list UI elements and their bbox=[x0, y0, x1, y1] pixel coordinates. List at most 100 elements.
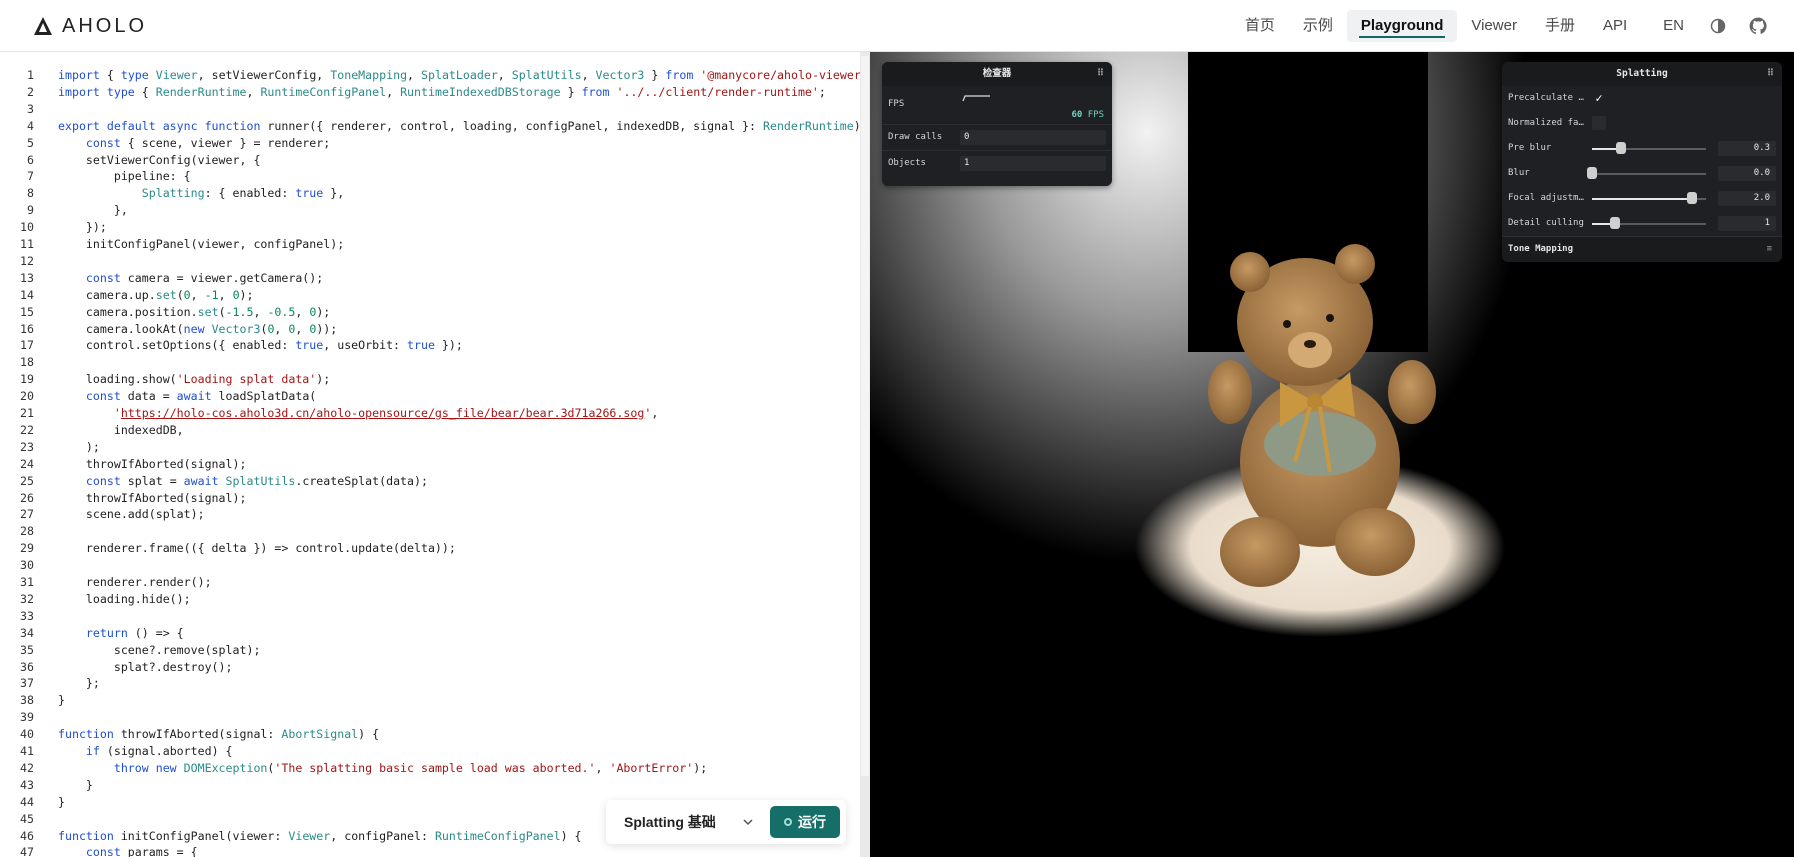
code-text: function throwIfAborted(signal: AbortSig… bbox=[58, 727, 380, 742]
code-line[interactable]: 3 bbox=[0, 101, 860, 118]
code-line[interactable]: 11 initConfigPanel(viewer, configPanel); bbox=[0, 236, 860, 253]
drag-handle-icon[interactable]: ⠿ bbox=[1767, 62, 1774, 86]
nav-viewer[interactable]: Viewer bbox=[1457, 10, 1531, 42]
code-line[interactable]: 30 bbox=[0, 557, 860, 574]
slider-handle[interactable] bbox=[1615, 142, 1626, 154]
code-line[interactable]: 34 return () => { bbox=[0, 625, 860, 642]
logo[interactable]: AHOLO bbox=[32, 12, 147, 40]
code-line[interactable]: 8 Splatting: { enabled: true }, bbox=[0, 185, 860, 202]
code-line[interactable]: 26 throwIfAborted(signal); bbox=[0, 490, 860, 507]
code-line[interactable]: 7 pipeline: { bbox=[0, 168, 860, 185]
nav-manual[interactable]: 手册 bbox=[1531, 10, 1589, 42]
slider-label: Focal adjustm… bbox=[1508, 193, 1584, 203]
slider[interactable] bbox=[1592, 186, 1706, 211]
precalculate-checkbox[interactable]: ✓ bbox=[1592, 91, 1606, 105]
code-editor[interactable]: 1 import { type Viewer, setViewerConfig, … bbox=[0, 52, 860, 857]
code-line[interactable]: 16 camera.lookAt(new Vector3(0, 0, 0)); bbox=[0, 321, 860, 338]
editor-scrollbar[interactable] bbox=[860, 52, 870, 857]
code-line[interactable]: 29 renderer.frame(({ delta }) => control… bbox=[0, 540, 860, 557]
slider-value[interactable]: 1 bbox=[1718, 216, 1776, 231]
code-line[interactable]: 10 }); bbox=[0, 219, 860, 236]
code-line[interactable]: 23 ); bbox=[0, 439, 860, 456]
code-line[interactable]: 19 loading.show('Loading splat data'); bbox=[0, 371, 860, 388]
code-line[interactable]: 22 indexedDB, bbox=[0, 422, 860, 439]
code-line[interactable]: 37 }; bbox=[0, 675, 860, 692]
code-line[interactable]: 35 scene?.remove(splat); bbox=[0, 642, 860, 659]
code-text: ); bbox=[58, 439, 100, 454]
run-bar: Splatting 基础 运行 bbox=[606, 800, 846, 844]
draw-calls-label: Draw calls bbox=[888, 132, 943, 142]
code-line[interactable]: 24 throwIfAborted(signal); bbox=[0, 456, 860, 473]
code-line[interactable]: 32 loading.hide(); bbox=[0, 591, 860, 608]
slider-handle[interactable] bbox=[1609, 217, 1620, 229]
code-line[interactable]: 39 bbox=[0, 709, 860, 726]
line-number: 45 bbox=[20, 811, 34, 826]
sample-select[interactable]: Splatting 基础 bbox=[614, 806, 764, 838]
code-line[interactable]: 13 const camera = viewer.getCamera(); bbox=[0, 270, 860, 287]
code-text: loading.hide(); bbox=[58, 591, 191, 606]
code-line[interactable]: 5 const { scene, viewer } = renderer; bbox=[0, 135, 860, 152]
slider-row: Pre blur 0.3 bbox=[1502, 136, 1782, 161]
slider-handle[interactable] bbox=[1587, 167, 1597, 179]
slider[interactable] bbox=[1592, 211, 1706, 236]
github-icon[interactable] bbox=[1738, 10, 1778, 42]
line-number: 40 bbox=[20, 727, 34, 742]
theme-toggle-icon[interactable] bbox=[1698, 10, 1738, 42]
line-number: 34 bbox=[20, 625, 34, 640]
line-number: 26 bbox=[20, 490, 34, 505]
language-switch[interactable]: EN bbox=[1649, 10, 1698, 42]
editor-scrollbar-thumb[interactable] bbox=[861, 56, 869, 776]
code-line[interactable]: 31 renderer.render(); bbox=[0, 574, 860, 591]
code-line[interactable]: 38} bbox=[0, 692, 860, 709]
render-viewport[interactable]: 检查器 ⠿ FPS 60 FPS Draw calls 0 Objects 1 … bbox=[870, 52, 1794, 857]
slider[interactable] bbox=[1587, 161, 1706, 186]
drag-handle-icon[interactable]: ⠿ bbox=[1097, 62, 1104, 86]
line-number: 47 bbox=[20, 845, 34, 857]
code-line[interactable]: 6 setViewerConfig(viewer, { bbox=[0, 152, 860, 169]
slider-value[interactable]: 0.0 bbox=[1718, 166, 1776, 181]
splatting-panel-header[interactable]: Splatting ⠿ bbox=[1502, 62, 1782, 86]
nav-examples[interactable]: 示例 bbox=[1289, 10, 1347, 42]
slider-track[interactable] bbox=[1592, 173, 1706, 175]
code-line[interactable]: 27 scene.add(splat); bbox=[0, 506, 860, 523]
slider-label: Detail culling bbox=[1508, 218, 1584, 228]
slider[interactable] bbox=[1592, 136, 1706, 161]
run-button[interactable]: 运行 bbox=[770, 806, 840, 838]
slider-row: Blur 0.0 bbox=[1502, 161, 1782, 186]
line-number: 17 bbox=[20, 338, 34, 353]
code-line[interactable]: 40 function throwIfAborted(signal: AbortS… bbox=[0, 726, 860, 743]
slider-value[interactable]: 2.0 bbox=[1718, 191, 1776, 206]
slider-value[interactable]: 0.3 bbox=[1718, 141, 1776, 156]
code-line[interactable]: 15 camera.position.set(-1.5, -0.5, 0); bbox=[0, 304, 860, 321]
line-number: 21 bbox=[20, 406, 34, 420]
inspector-panel-header[interactable]: 检查器 ⠿ bbox=[882, 62, 1112, 86]
code-line[interactable]: 14 camera.up.set(0, -1, 0); bbox=[0, 287, 860, 304]
code-line[interactable]: 36 splat?.destroy(); bbox=[0, 659, 860, 676]
code-line[interactable]: 4 export default async function runner({ … bbox=[0, 118, 860, 135]
code-line[interactable]: 25 const splat = await SplatUtils.create… bbox=[0, 473, 860, 490]
code-line[interactable]: 28 bbox=[0, 523, 860, 540]
code-line[interactable]: 41 if (signal.aborted) { bbox=[0, 743, 860, 760]
code-line[interactable]: 18 bbox=[0, 354, 860, 371]
code-line[interactable]: 33 bbox=[0, 608, 860, 625]
code-line[interactable]: 20 const data = await loadSplatData( bbox=[0, 388, 860, 405]
code-line[interactable]: 42 throw new DOMException('The splatting… bbox=[0, 760, 860, 777]
nav-api[interactable]: API bbox=[1589, 10, 1641, 42]
code-line[interactable]: 1 import { type Viewer, setViewerConfig, … bbox=[0, 67, 860, 84]
code-line[interactable]: 21 'https://holo-cos.aholo3d.cn/aholo-op… bbox=[0, 405, 860, 422]
slider-handle[interactable] bbox=[1687, 192, 1698, 204]
code-line[interactable]: 47 const params = { bbox=[0, 844, 860, 857]
nav-playground[interactable]: Playground bbox=[1346, 10, 1458, 42]
code-line[interactable]: 12 bbox=[0, 253, 860, 270]
code-text: const params = { bbox=[85, 845, 198, 857]
inspector-title: 检查器 bbox=[982, 68, 1012, 79]
tone-mapping-row[interactable]: Tone Mapping ≡ bbox=[1502, 236, 1782, 262]
code-line[interactable]: 43 } bbox=[0, 777, 860, 794]
line-number: 7 bbox=[27, 169, 34, 184]
nav-home[interactable]: 首页 bbox=[1231, 10, 1289, 42]
fps-value: 60 bbox=[1071, 110, 1083, 120]
normalized-checkbox[interactable] bbox=[1592, 116, 1606, 130]
code-line[interactable]: 9 }, bbox=[0, 202, 860, 219]
code-line[interactable]: 17 control.setOptions({ enabled: true, u… bbox=[0, 337, 860, 354]
code-line[interactable]: 2 import type { RenderRuntime, RuntimeCon… bbox=[0, 84, 860, 101]
